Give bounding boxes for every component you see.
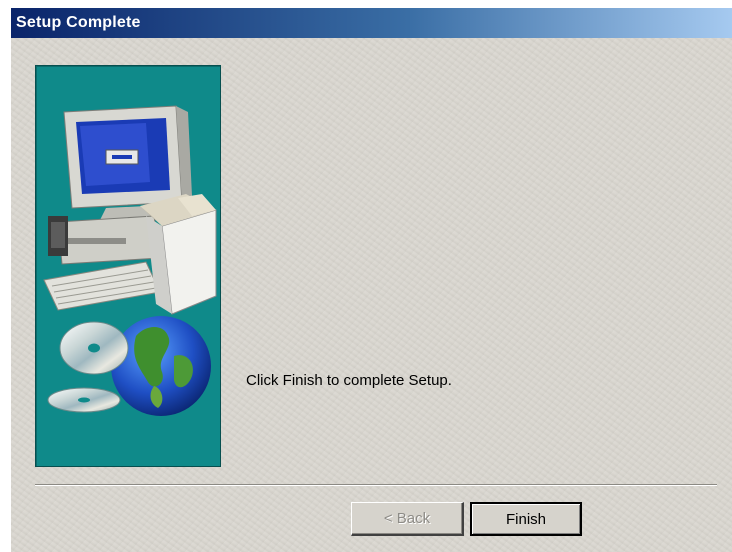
setup-illustration-panel [35, 65, 221, 467]
button-separator [35, 484, 717, 486]
setup-dialog-window: Setup Complete Click Finish to complete … [10, 8, 732, 552]
title-bar[interactable]: Setup Complete [11, 8, 732, 38]
finish-button[interactable]: Finish [470, 502, 582, 536]
back-button[interactable]: < Back [351, 502, 464, 536]
computer-globe-illustration-icon [43, 105, 217, 416]
completion-message: Click Finish to complete Setup. [246, 372, 452, 389]
window-title: Setup Complete [16, 14, 141, 31]
